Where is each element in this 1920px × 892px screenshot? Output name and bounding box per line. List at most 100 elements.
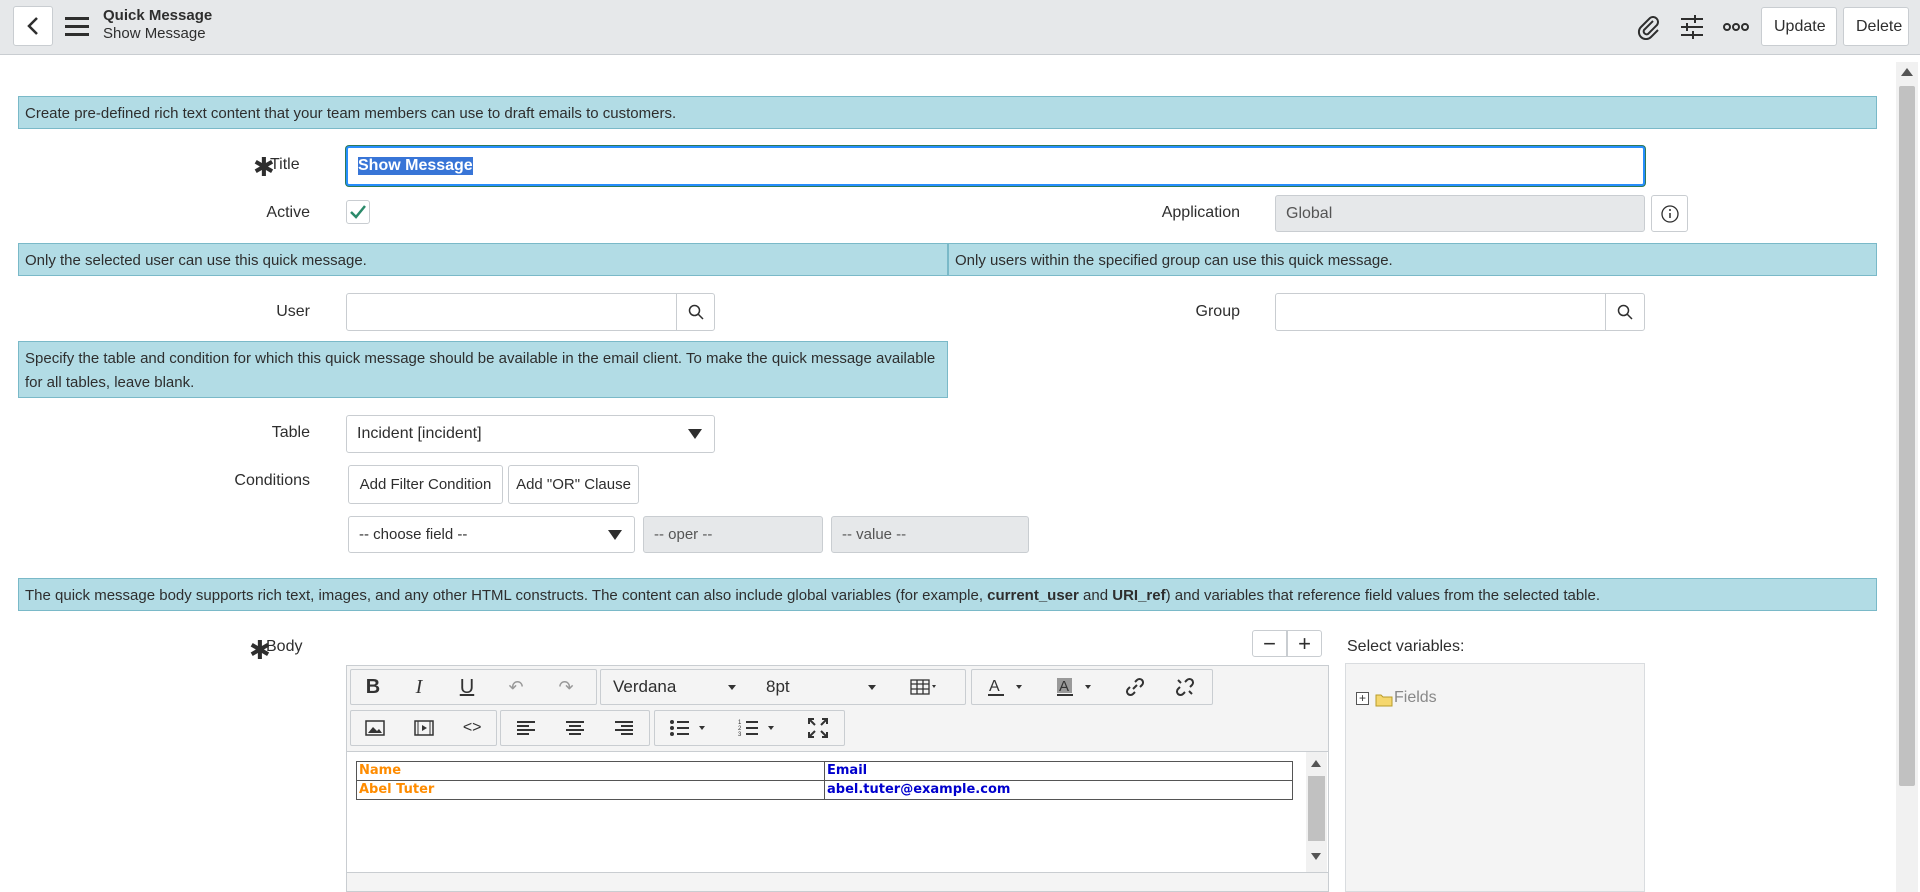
expand-editor-button[interactable]: + — [1287, 630, 1322, 657]
list-toolbar-group: 123 — [654, 710, 845, 746]
align-right-icon[interactable] — [600, 711, 649, 745]
menu-icon[interactable] — [65, 17, 89, 37]
user-input[interactable] — [346, 293, 677, 331]
scroll-down-arrow[interactable] — [1311, 853, 1321, 860]
choose-field-select[interactable]: -- choose field -- — [348, 516, 635, 553]
editor-scroll-thumb[interactable] — [1308, 776, 1325, 841]
unlink-icon[interactable] — [1160, 670, 1210, 704]
align-left-icon[interactable] — [501, 711, 550, 745]
table-row: Name Email — [356, 761, 1293, 781]
table-insert-icon[interactable] — [886, 670, 964, 704]
font-toolbar-group: Verdana 8pt — [600, 669, 966, 705]
group-input[interactable] — [1275, 293, 1606, 331]
body-note-var2: URI_ref — [1112, 587, 1166, 604]
undo-icon[interactable]: ↶ — [491, 670, 541, 704]
font-size-select[interactable]: 8pt — [746, 670, 886, 704]
table-header-cell: Name — [356, 761, 825, 781]
image-icon[interactable] — [351, 711, 399, 745]
font-size-value: 8pt — [766, 677, 790, 696]
media-toolbar-group: <> — [350, 710, 497, 746]
header-title: Quick Message — [103, 7, 213, 24]
more-options-icon[interactable] — [1721, 12, 1751, 42]
operator-select: -- oper -- — [643, 516, 823, 553]
background-color-icon[interactable]: A — [1040, 670, 1110, 704]
body-note-and: and — [1078, 587, 1113, 604]
info-icon — [1660, 204, 1679, 223]
checkmark-icon — [350, 205, 366, 219]
table-cell: Abel Tuter — [356, 780, 825, 800]
chevron-down-icon — [728, 685, 736, 690]
body-note-suffix: ) and variables that reference field val… — [1165, 587, 1601, 604]
align-center-icon[interactable] — [550, 711, 599, 745]
svg-text:A: A — [1059, 678, 1069, 695]
choose-field-value: -- choose field -- — [359, 526, 468, 543]
user-info-banner: Only the selected user can use this quic… — [18, 243, 948, 276]
source-code-icon[interactable]: <> — [448, 711, 496, 745]
group-info-banner: Only users within the specified group ca… — [948, 243, 1877, 276]
title-input[interactable]: Show Message — [346, 146, 1645, 186]
add-filter-condition-button[interactable]: Add Filter Condition — [348, 465, 503, 504]
text-color-icon[interactable]: A — [972, 670, 1040, 704]
underline-button[interactable]: U — [443, 670, 491, 704]
table-select[interactable]: Incident [incident] — [346, 415, 715, 453]
color-link-toolbar-group: A A — [971, 669, 1213, 705]
body-note-text: The quick message body supports rich tex… — [25, 587, 988, 604]
scroll-up-arrow[interactable] — [1311, 760, 1321, 767]
back-button[interactable] — [13, 6, 53, 46]
group-label: Group — [1195, 303, 1240, 320]
align-toolbar-group — [500, 710, 650, 746]
email-content-table: Name Email Abel Tuter abel.tuter@example… — [356, 761, 1293, 800]
header-title-block: Quick Message Show Message — [103, 7, 212, 43]
settings-sliders-icon[interactable] — [1677, 12, 1707, 42]
link-icon[interactable] — [1110, 670, 1160, 704]
font-family-value: Verdana — [613, 677, 677, 696]
paperclip-icon[interactable] — [1633, 12, 1663, 42]
redo-icon[interactable]: ↷ — [541, 670, 591, 704]
font-family-select[interactable]: Verdana — [601, 670, 746, 704]
table-label: Table — [271, 424, 310, 441]
active-label: Active — [266, 204, 310, 221]
video-icon[interactable] — [399, 711, 449, 745]
active-checkbox[interactable] — [346, 200, 370, 224]
folder-icon — [1375, 694, 1393, 707]
body-note-var1: current_user — [987, 587, 1079, 604]
user-label: User — [276, 303, 310, 320]
table-select-value: Incident [incident] — [357, 425, 482, 442]
application-value: Global — [1286, 204, 1333, 222]
chevron-down-icon — [868, 685, 876, 690]
update-button[interactable]: Update — [1761, 7, 1837, 46]
bullet-list-icon[interactable] — [655, 711, 723, 745]
group-lookup-button[interactable] — [1605, 293, 1645, 331]
svg-text:3: 3 — [738, 732, 742, 737]
chevron-down-icon — [688, 429, 702, 439]
application-info-button[interactable] — [1651, 195, 1688, 232]
body-info-banner: The quick message body supports rich tex… — [18, 578, 1877, 611]
add-or-clause-button[interactable]: Add "OR" Clause — [508, 465, 639, 504]
numbered-list-icon[interactable]: 123 — [723, 711, 793, 745]
form-header: Quick Message Show Message Update Delete — [0, 0, 1920, 55]
svg-text:A: A — [989, 678, 1000, 695]
expand-tree-icon[interactable]: + — [1356, 692, 1369, 705]
scroll-up-arrow[interactable] — [1901, 68, 1913, 76]
scrollbar-thumb[interactable] — [1899, 86, 1915, 786]
table-info-banner: Specify the table and condition for whic… — [18, 341, 948, 398]
select-variables-label: Select variables: — [1347, 638, 1465, 655]
fullscreen-icon[interactable] — [793, 711, 843, 745]
table-cell: abel.tuter@example.com — [824, 780, 1293, 800]
application-input: Global — [1275, 195, 1645, 232]
format-toolbar-group: B I U ↶ ↷ — [350, 669, 597, 705]
italic-button[interactable]: I — [395, 670, 443, 704]
body-label: Body — [266, 638, 303, 655]
fields-tree-item[interactable]: Fields — [1394, 689, 1437, 707]
delete-button[interactable]: Delete — [1843, 7, 1909, 46]
application-label: Application — [1161, 204, 1240, 221]
value-input: -- value -- — [831, 516, 1029, 553]
title-input-value: Show Message — [358, 157, 473, 175]
conditions-label: Conditions — [234, 472, 310, 489]
bold-button[interactable]: B — [351, 670, 395, 704]
search-icon — [1617, 304, 1633, 320]
collapse-editor-button[interactable]: − — [1252, 630, 1287, 657]
chevron-down-icon — [608, 529, 622, 540]
user-lookup-button[interactable] — [676, 293, 715, 331]
table-row: Abel Tuter abel.tuter@example.com — [356, 780, 1293, 800]
